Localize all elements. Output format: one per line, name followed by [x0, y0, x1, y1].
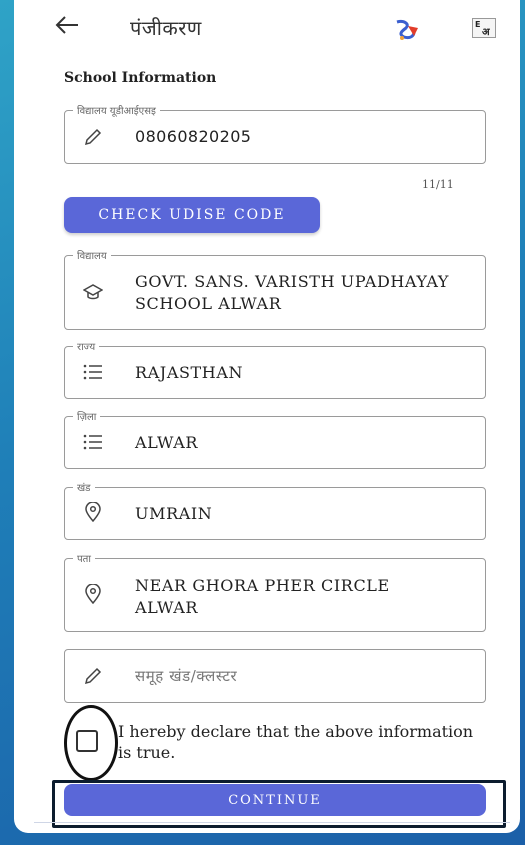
cluster-input[interactable]: समूह खंड/क्लस्टर — [135, 665, 455, 687]
declaration-text: I hereby declare that the above informat… — [118, 722, 474, 762]
pencil-icon — [84, 667, 102, 685]
list-icon — [83, 434, 102, 450]
list-icon — [83, 364, 102, 380]
location-pin-icon — [85, 502, 101, 522]
svg-text:E: E — [475, 20, 480, 29]
school-field[interactable]: विद्यालय GOVT. SANS. VARISTH UPADHAYAY S… — [64, 248, 486, 330]
app-screen: पंजीकरण E अ School Information विद्यालय … — [14, 0, 520, 833]
address-field[interactable]: पता NEAR GHORA PHER CIRCLE ALWAR — [64, 551, 486, 632]
page-title: पंजीकरण — [130, 16, 202, 40]
school-cap-icon — [83, 284, 103, 300]
app-bar: पंजीकरण E अ — [14, 0, 520, 52]
state-label: राज्य — [73, 339, 100, 353]
block-field[interactable]: खंड UMRAIN — [64, 480, 486, 540]
address-label: पता — [73, 551, 95, 565]
cluster-field[interactable]: समूह खंड/क्लस्टर — [64, 649, 486, 703]
arrow-left-icon[interactable] — [54, 14, 80, 36]
check-udise-button[interactable]: CHECK UDISE CODE — [64, 197, 320, 233]
udise-input[interactable]: 08060820205 — [135, 126, 455, 148]
divider — [34, 822, 510, 823]
state-field[interactable]: राज्य RAJASTHAN — [64, 339, 486, 399]
block-label: खंड — [73, 480, 95, 494]
app-logo-icon — [396, 20, 418, 40]
location-pin-icon — [85, 584, 101, 604]
school-label: विद्यालय — [73, 248, 111, 262]
continue-button[interactable]: CONTINUE — [64, 784, 486, 816]
character-counter: 11/11 — [422, 178, 454, 191]
block-value: UMRAIN — [135, 504, 213, 523]
state-value: RAJASTHAN — [135, 363, 244, 382]
section-title: School Information — [64, 70, 217, 86]
address-value: NEAR GHORA PHER CIRCLE ALWAR — [135, 576, 390, 617]
language-toggle-icon[interactable]: E अ — [472, 18, 496, 38]
udise-field[interactable]: विद्यालय यूडीआईएसइ 08060820205 — [64, 103, 486, 164]
pencil-icon — [84, 128, 102, 146]
district-value: ALWAR — [135, 433, 199, 452]
district-label: ज़िला — [73, 409, 101, 423]
udise-label: विद्यालय यूडीआईएसइ — [73, 103, 160, 117]
school-value: GOVT. SANS. VARISTH UPADHAYAY SCHOOL ALW… — [135, 272, 450, 313]
district-field[interactable]: ज़िला ALWAR — [64, 409, 486, 469]
declaration-checkbox[interactable] — [76, 730, 98, 752]
